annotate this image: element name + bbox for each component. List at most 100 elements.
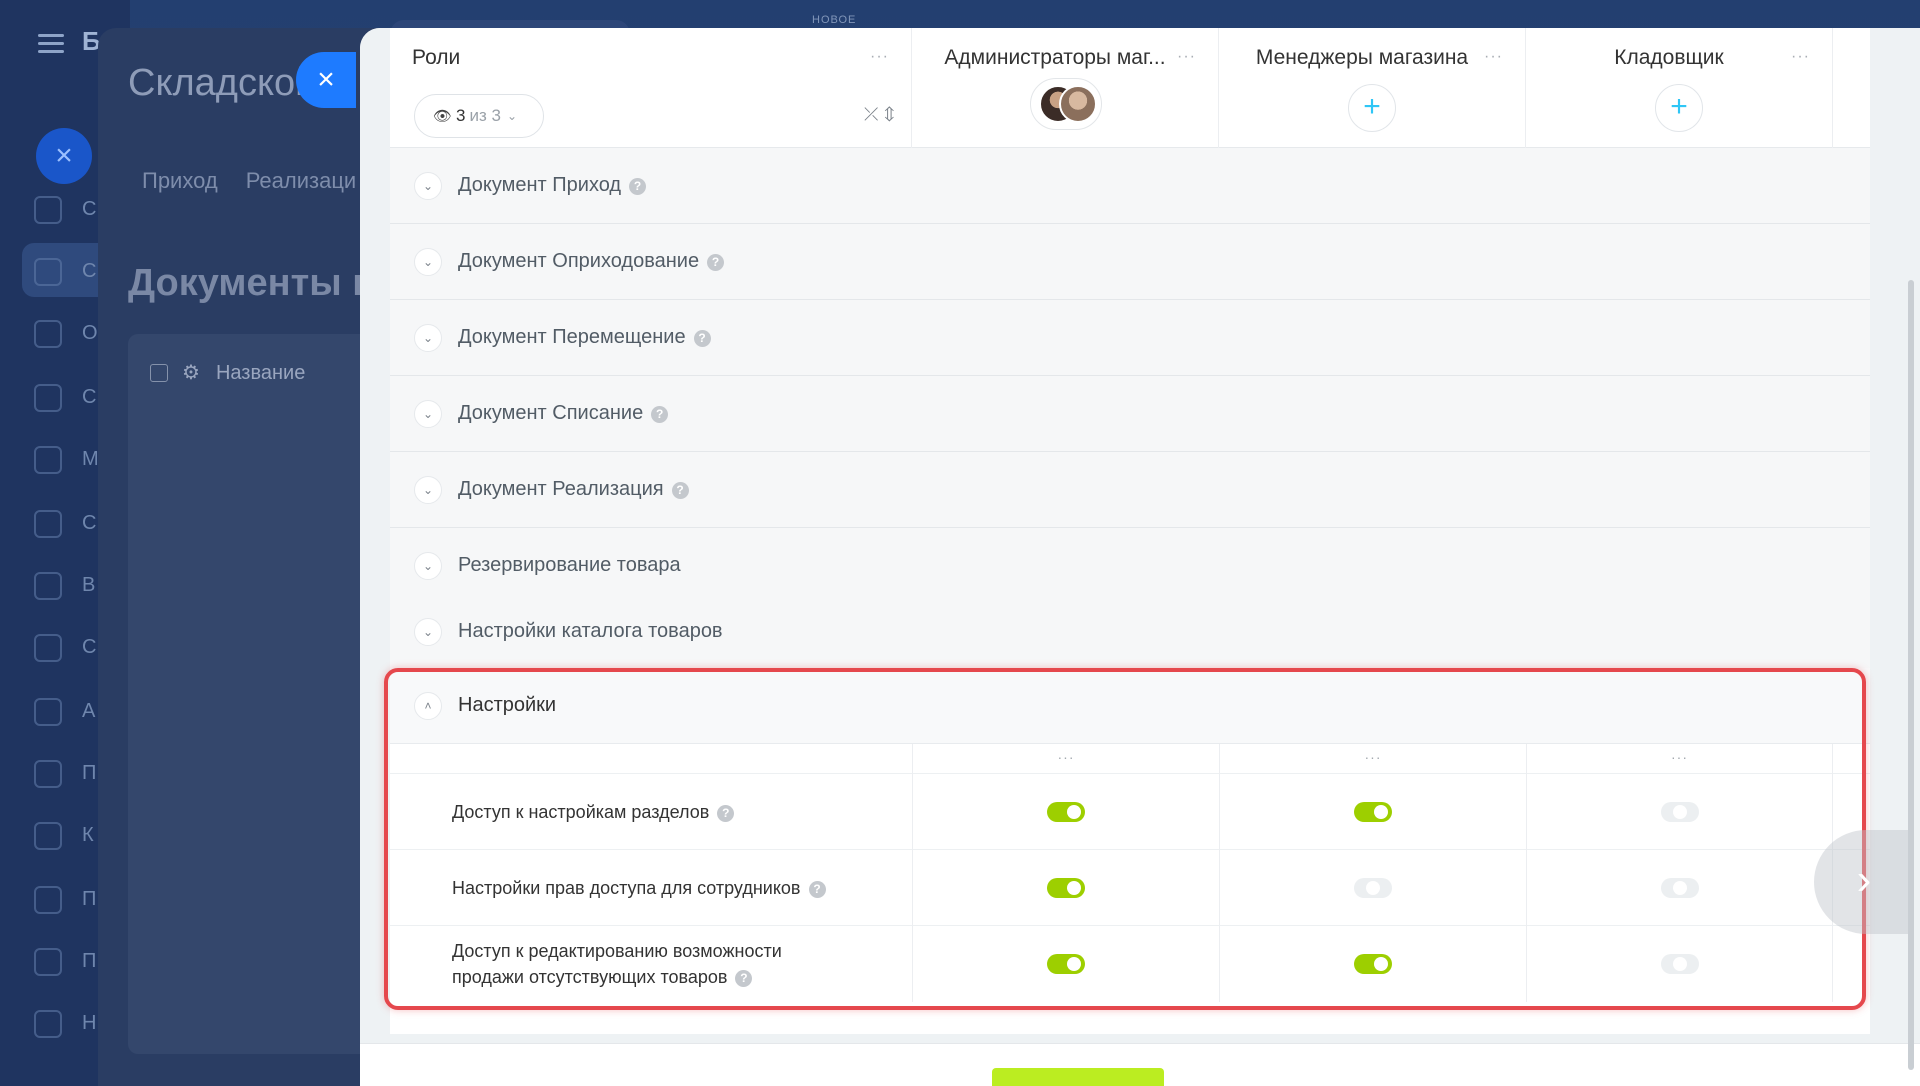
permission-cell [912, 774, 1219, 850]
nav-icon[interactable] [34, 948, 62, 976]
permission-toggle[interactable] [1660, 802, 1699, 822]
nav-icon[interactable] [34, 572, 62, 600]
permission-cell [1219, 774, 1526, 850]
permission-label: Настройки прав доступа для сотрудников? [452, 875, 826, 901]
close-icon[interactable]: × [36, 128, 92, 184]
nav-icon[interactable] [34, 634, 62, 662]
scroll-right-button[interactable]: › [1814, 830, 1914, 934]
help-icon[interactable]: ? [717, 805, 735, 822]
nav-item-label: О [82, 322, 98, 344]
permission-cell [1219, 926, 1526, 1002]
permission-toggle[interactable] [1354, 954, 1392, 974]
help-icon[interactable]: ? [735, 970, 753, 987]
settings-section-header[interactable]: ˄ Настройки [390, 668, 1870, 744]
nav-icon[interactable] [34, 1010, 62, 1038]
more-icon[interactable]: ··· [870, 48, 889, 66]
nav-item-label: С [82, 198, 97, 220]
permission-cell [1526, 926, 1833, 1002]
role-members[interactable] [1030, 78, 1102, 130]
tab-income[interactable]: Приход [142, 168, 218, 193]
eye-icon: 👁 [433, 108, 453, 125]
nav-icon[interactable] [34, 258, 62, 286]
help-icon[interactable]: ? [707, 254, 725, 271]
nav-icon[interactable] [34, 760, 62, 788]
help-icon[interactable]: ? [671, 482, 689, 499]
chevron-up-icon[interactable]: ˄ [414, 692, 442, 720]
section-label: Документ Перемещение? [458, 326, 711, 349]
nav-item-label: М [82, 448, 99, 470]
permission-toggle[interactable] [1047, 878, 1085, 898]
more-icon[interactable]: ··· [1177, 48, 1196, 66]
permission-cell [912, 850, 1219, 926]
add-member-button[interactable]: + [1655, 84, 1703, 132]
permission-toggle[interactable] [1660, 878, 1699, 898]
section-row[interactable]: ⌄ Документ Перемещение? [390, 300, 1870, 376]
checkbox[interactable] [150, 364, 168, 382]
nav-item-label: В [82, 574, 96, 596]
chevron-down-icon[interactable]: ⌄ [414, 400, 442, 428]
permission-label: Доступ к редактированию возможности прода… [452, 941, 782, 987]
chevron-down-icon[interactable]: ⌄ [414, 618, 442, 646]
more-icon[interactable]: ··· [1791, 48, 1810, 66]
nav-icon[interactable] [34, 886, 62, 914]
permission-toggle[interactable] [1047, 802, 1085, 822]
permission-toggle[interactable] [1047, 954, 1085, 974]
permission-label: Доступ к настройкам разделов? [452, 799, 735, 825]
close-slider-button[interactable]: × [296, 52, 356, 108]
save-button[interactable] [992, 1068, 1164, 1086]
nav-icon[interactable] [34, 196, 62, 224]
chevron-down-icon: ⌄ [506, 109, 518, 123]
background-heading: Документы п [128, 262, 376, 304]
help-icon[interactable]: ? [808, 881, 826, 898]
help-icon[interactable]: ? [651, 406, 669, 423]
scrollbar[interactable] [1908, 280, 1914, 1070]
nav-item-label: С [82, 260, 97, 282]
chevron-down-icon[interactable]: ⌄ [414, 248, 442, 276]
section-row[interactable]: ⌄ Резервирование товара [390, 528, 1870, 604]
nav-item-label: П [82, 950, 97, 972]
nav-icon[interactable] [34, 822, 62, 850]
section-row[interactable]: ⌄ Документ Списание? [390, 376, 1870, 452]
permission-toggle[interactable] [1354, 802, 1392, 822]
more-icon[interactable]: ··· [912, 744, 1219, 774]
visible-count: 3 [456, 106, 466, 125]
table-header: Роли ··· 👁 3 из 3 ⌄ ⤫⇕ Администраторы ма… [390, 28, 1870, 148]
section-row[interactable]: ⌄ Настройки каталога товаров [390, 594, 1870, 670]
collapse-expand-icons[interactable]: ⤫⇕ [864, 104, 901, 125]
chevron-down-icon[interactable]: ⌄ [414, 552, 442, 580]
permission-toggle[interactable] [1660, 954, 1699, 974]
more-icon[interactable]: ··· [1219, 744, 1526, 774]
permissions-slider: Роли ··· 👁 3 из 3 ⌄ ⤫⇕ Администраторы ма… [360, 28, 1920, 1086]
nav-icon[interactable] [34, 384, 62, 412]
tab-sales[interactable]: Реализаци [246, 168, 357, 193]
column-name-label: Название [215, 362, 306, 384]
add-member-button[interactable]: + [1348, 84, 1396, 132]
background-table-header: ⚙ Название [150, 360, 305, 385]
nav-icon[interactable] [34, 510, 62, 538]
section-label: Документ Оприходование? [458, 250, 725, 273]
section-row[interactable]: ⌄ Документ Приход? [390, 148, 1870, 224]
nav-icon[interactable] [34, 698, 62, 726]
role-column-header: Кладовщик ··· + [1526, 28, 1833, 148]
permission-toggle[interactable] [1354, 878, 1392, 898]
chevron-down-icon[interactable]: ⌄ [414, 324, 442, 352]
section-row[interactable]: ⌄ Документ Реализация? [390, 452, 1870, 528]
roles-visibility-selector[interactable]: 👁 3 из 3 ⌄ [414, 94, 544, 138]
nav-item-label: П [82, 762, 97, 784]
nav-icon[interactable] [34, 446, 62, 474]
section-row[interactable]: ⌄ Документ Оприходование? [390, 224, 1870, 300]
chevron-down-icon[interactable]: ⌄ [414, 476, 442, 504]
gear-icon[interactable]: ⚙ [182, 362, 200, 384]
nav-icon[interactable] [34, 320, 62, 348]
chevron-down-icon[interactable]: ⌄ [414, 172, 442, 200]
section-label: Документ Реализация? [458, 478, 689, 501]
more-icon[interactable]: ··· [1526, 744, 1833, 774]
help-icon[interactable]: ? [693, 330, 711, 347]
role-title: Менеджеры магазина [1255, 46, 1469, 69]
total-count: из 3 [469, 106, 501, 125]
menu-icon[interactable] [38, 34, 64, 58]
help-icon[interactable]: ? [629, 178, 647, 195]
role-title: Администраторы маг... [944, 46, 1166, 69]
section-label: Документ Списание? [458, 402, 669, 425]
more-icon[interactable]: ··· [1484, 48, 1503, 66]
